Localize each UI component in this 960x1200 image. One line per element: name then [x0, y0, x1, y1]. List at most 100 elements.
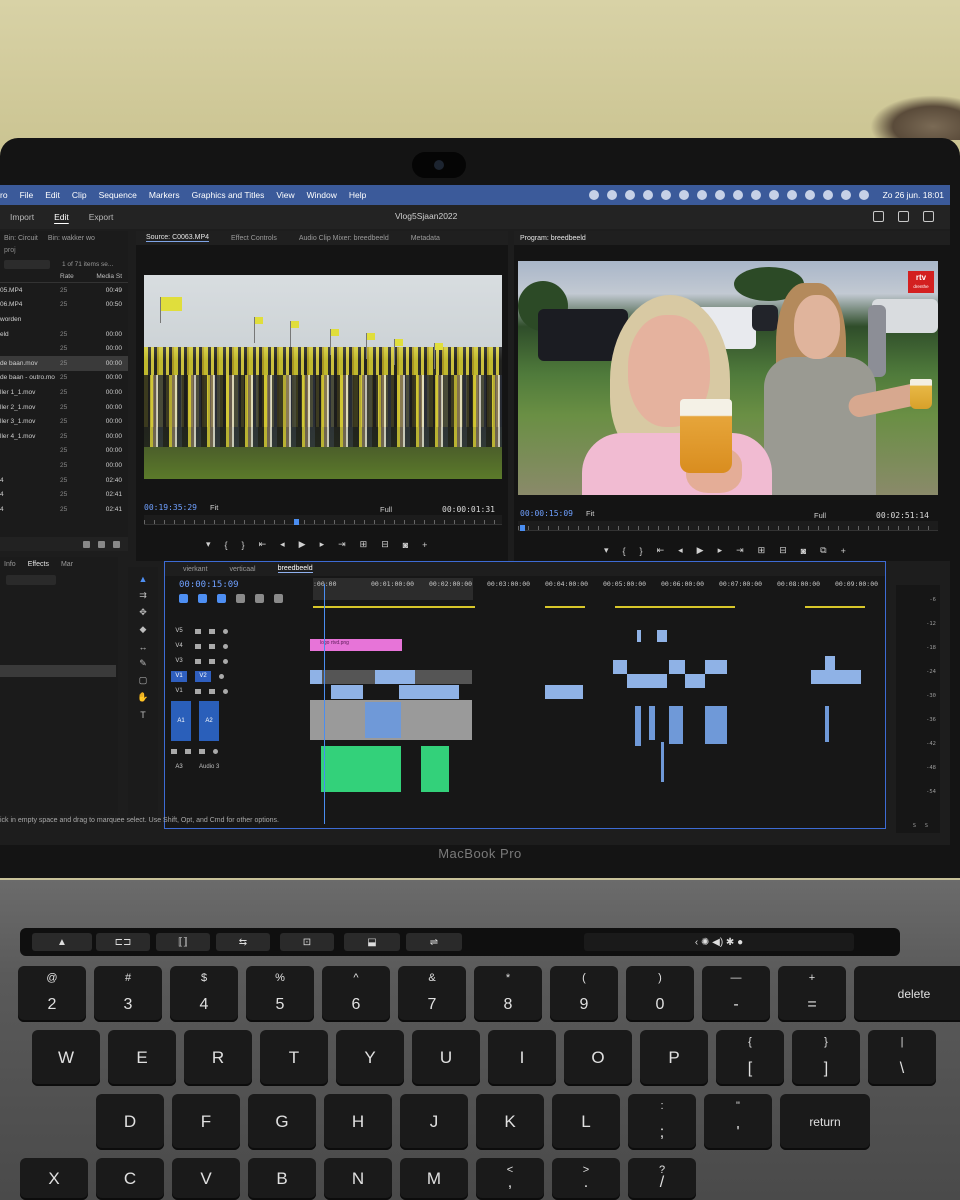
video-clip[interactable] [331, 685, 363, 699]
linked-selection-icon[interactable] [217, 594, 226, 603]
tab-bin-circuit[interactable]: Bin: Circuit [4, 235, 38, 242]
snap-icon[interactable] [198, 594, 207, 603]
key-letter[interactable]: F [172, 1094, 240, 1150]
slip-tool-icon[interactable]: ↔ [137, 641, 149, 652]
settings-wrench-icon[interactable] [255, 594, 264, 603]
list-item[interactable]: eld 25 00:00 [0, 327, 128, 342]
new-item-icon[interactable] [113, 540, 120, 548]
key-number[interactable]: — - [702, 966, 770, 1022]
list-item[interactable]: ller 3_1.mov 25 00:00 [0, 414, 128, 429]
effects-selected-folder[interactable] [0, 665, 116, 677]
source-time-ruler[interactable] [144, 515, 502, 525]
key-number[interactable]: + = [778, 966, 846, 1022]
key-number[interactable]: % 5 [246, 966, 314, 1022]
menu-view[interactable]: View [270, 190, 300, 200]
list-item[interactable]: 4 25 02:41 [0, 487, 128, 502]
sync-icon[interactable] [209, 658, 215, 664]
list-item[interactable]: 06.MP4 25 00:50 [0, 298, 128, 313]
lock-icon[interactable] [195, 688, 201, 694]
tab-sequence-breedbeeld[interactable]: breedbeeld [277, 565, 313, 573]
audio-clip[interactable] [365, 702, 401, 738]
key-symbol[interactable]: }] [792, 1030, 860, 1086]
tab-audio-clip-mixer[interactable]: Audio Clip Mixer: breedbeeld [299, 235, 389, 242]
video-clip[interactable] [375, 670, 415, 684]
key-symbol[interactable]: {[ [716, 1030, 784, 1086]
step-forward-icon[interactable]: ▸ [718, 545, 723, 556]
hand-tool-icon[interactable]: ✋ [137, 692, 149, 703]
audio-clip[interactable] [635, 706, 641, 746]
key-symbol[interactable]: ? / [628, 1158, 696, 1200]
video-clip[interactable] [613, 660, 627, 674]
music-clip[interactable] [321, 746, 401, 792]
lock-icon[interactable] [195, 658, 201, 664]
tab-effect-controls[interactable]: Effect Controls [231, 235, 277, 242]
mute-icon[interactable] [185, 748, 191, 754]
audio-clip[interactable] [661, 742, 664, 782]
tab-metadata[interactable]: Metadata [411, 235, 440, 242]
list-item[interactable]: de baan.mov 25 00:00 [0, 355, 128, 371]
source-video-frame[interactable] [144, 275, 502, 479]
key-letter[interactable]: P [640, 1030, 708, 1086]
touchbar-trim-icon[interactable]: ⟦⟧ [156, 933, 210, 951]
tab-info[interactable]: Info [4, 561, 16, 568]
video-clip[interactable] [637, 630, 641, 642]
source-quality-select[interactable]: Full [380, 505, 392, 514]
source-timecode[interactable]: 00:19:35:29 [144, 503, 197, 512]
share-icon[interactable] [898, 211, 909, 222]
video-clip[interactable] [627, 674, 667, 688]
database-icon[interactable] [624, 190, 635, 200]
list-item[interactable]: de baan - outro.mo 25 00:00 [0, 371, 128, 386]
touchbar-export-icon[interactable]: ⊡ [280, 933, 334, 951]
type-tool-icon[interactable]: T [137, 709, 149, 720]
rectangle-tool-icon[interactable]: ▢ [137, 675, 149, 686]
key-letter[interactable]: W [32, 1030, 100, 1086]
key-number[interactable]: ) 0 [626, 966, 694, 1022]
key-symbol[interactable]: <, [476, 1158, 544, 1200]
audio-clip[interactable] [825, 706, 829, 742]
go-to-out-icon[interactable]: ⇥ [338, 539, 346, 550]
key-letter[interactable]: T [260, 1030, 328, 1086]
go-to-in-icon[interactable]: ⇤ [657, 545, 665, 556]
key-symbol[interactable]: :; [628, 1094, 696, 1150]
step-back-icon[interactable]: ◂ [678, 545, 683, 556]
key-number[interactable]: (9 [550, 966, 618, 1022]
menu-edit[interactable]: Edit [39, 190, 66, 200]
list-item[interactable]: 4 25 02:41 [0, 502, 128, 517]
menu-help[interactable]: Help [343, 190, 372, 200]
volume-icon[interactable] [750, 190, 761, 200]
key-number[interactable]: $4 [170, 966, 238, 1022]
pen-tool-icon[interactable]: ✎ [137, 658, 149, 669]
lock-icon[interactable] [171, 748, 177, 754]
tab-program[interactable]: Program: breedbeeld [520, 235, 586, 242]
nest-toggle-icon[interactable] [179, 594, 188, 603]
program-timecode[interactable]: 00:00:15:09 [520, 509, 573, 518]
menu-app-name[interactable]: ro [0, 190, 14, 200]
menu-sequence[interactable]: Sequence [93, 190, 143, 200]
solo-left[interactable]: S [913, 823, 916, 829]
video-clip[interactable] [705, 660, 727, 674]
touchbar-app-icon[interactable]: ▲ [32, 933, 92, 951]
quick-export-icon[interactable] [873, 211, 884, 222]
key-letter[interactable]: Y [336, 1030, 404, 1086]
extract-icon[interactable]: ⊟ [779, 545, 787, 556]
key-number[interactable]: @2 [18, 966, 86, 1022]
key-letter[interactable]: U [412, 1030, 480, 1086]
key-number[interactable]: ^ 6 [322, 966, 390, 1022]
video-clip[interactable] [310, 670, 322, 684]
add-marker-icon[interactable]: ▾ [604, 545, 609, 556]
column-rate[interactable]: Rate [60, 273, 88, 280]
add-button-icon[interactable]: + [422, 540, 427, 550]
key-symbol[interactable]: " ' [704, 1094, 772, 1150]
step-back-icon[interactable]: ◂ [280, 539, 285, 550]
source-patch-v1[interactable]: V1 [171, 670, 187, 682]
shazam-icon[interactable] [642, 190, 653, 200]
key-letter[interactable]: K [476, 1094, 544, 1150]
program-time-ruler[interactable] [518, 521, 938, 531]
audio-clip[interactable] [705, 706, 727, 744]
key-letter[interactable]: E [108, 1030, 176, 1086]
lock-icon[interactable] [195, 628, 201, 634]
timeline-playhead[interactable] [324, 584, 325, 824]
navigation-icon[interactable] [606, 190, 617, 200]
screen-icon[interactable] [660, 190, 671, 200]
eye-icon[interactable] [223, 658, 228, 664]
